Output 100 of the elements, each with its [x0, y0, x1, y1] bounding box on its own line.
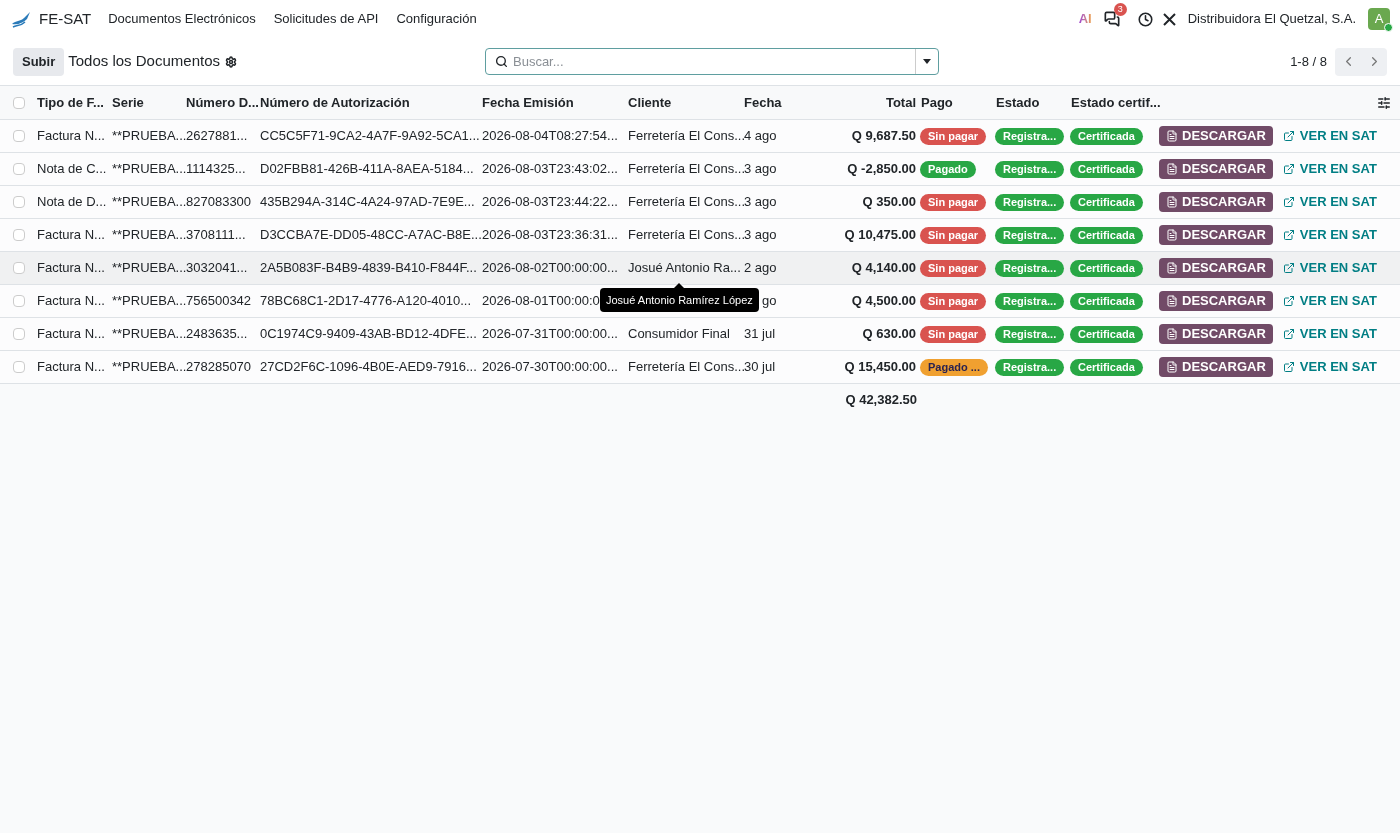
view-link[interactable]: VER EN SAT	[1282, 192, 1377, 212]
table-cell: 4 ago	[744, 128, 777, 144]
row-checkbox[interactable]	[13, 196, 25, 208]
payment-badge: Sin pagar	[920, 260, 987, 278]
document-icon	[1166, 361, 1178, 373]
certification-badge: Certificada	[1070, 161, 1143, 179]
table-cell: **PRUEBA...	[112, 293, 187, 309]
view-link[interactable]: VER EN SAT	[1282, 225, 1377, 245]
settings-icon[interactable]	[225, 55, 237, 68]
select-all-checkbox[interactable]	[13, 96, 25, 109]
column-settings-icon[interactable]	[1377, 95, 1391, 110]
column-header[interactable]: Cliente	[628, 94, 672, 110]
table-cell: D3CCBA7E-DD05-48CC-A7AC-B8E...	[260, 227, 482, 243]
column-header[interactable]: Fecha Emisión	[482, 94, 574, 110]
table-cell: 2A5B083F-B4B9-4839-B410-F844F...	[260, 260, 477, 276]
certification-badge: Certificada	[1070, 128, 1143, 146]
document-icon	[1166, 163, 1178, 175]
amount-cell: Q -2,850.00	[847, 161, 916, 177]
download-button[interactable]: DESCARGAR	[1159, 258, 1273, 278]
column-header[interactable]: Estado	[996, 94, 1040, 110]
table-cell: **PRUEBA...	[112, 128, 187, 144]
amount-cell: Q 4,140.00	[851, 260, 916, 276]
table-cell: 2026-08-01T00:00:0	[482, 293, 600, 309]
payment-badge: Sin pagar	[920, 128, 987, 146]
amount-cell: Q 9,687.50	[851, 128, 916, 144]
download-button[interactable]: DESCARGAR	[1159, 192, 1273, 212]
download-button[interactable]: DESCARGAR	[1159, 225, 1273, 245]
next-page-button[interactable]	[1361, 47, 1387, 76]
column-header[interactable]: Serie	[112, 94, 144, 110]
messages-icon[interactable]	[1103, 11, 1120, 27]
download-button[interactable]: DESCARGAR	[1159, 357, 1273, 377]
table-cell: 0C1974C9-9409-43AB-BD12-4DFE...	[260, 326, 477, 342]
view-link[interactable]: VER EN SAT	[1282, 126, 1377, 146]
row-checkbox[interactable]	[13, 262, 25, 274]
table-cell: **PRUEBA...	[112, 161, 187, 177]
row-checkbox[interactable]	[13, 295, 25, 307]
table-cell: Factura N...	[37, 260, 105, 276]
table-cell: **PRUEBA...	[112, 260, 187, 276]
table-cell: 31 jul	[744, 326, 776, 342]
status-badge: Registra...	[995, 161, 1065, 179]
column-header[interactable]: Tipo de F...	[37, 94, 104, 110]
view-link[interactable]: VER EN SAT	[1282, 159, 1377, 179]
search-icon	[495, 55, 508, 68]
payment-badge: Sin pagar	[920, 227, 987, 245]
table-cell: Factura N...	[37, 128, 105, 144]
document-icon	[1166, 262, 1178, 274]
menu-item[interactable]: Documentos Electrónicos	[108, 9, 256, 29]
page-title: Todos los Documentos	[68, 51, 220, 72]
table-cell: 3 ago	[744, 227, 777, 243]
search-box[interactable]: Buscar...	[485, 48, 939, 75]
status-badge: Registra...	[995, 293, 1065, 311]
table-cell: 2026-08-03T23:36:31...	[482, 227, 618, 243]
certification-badge: Certificada	[1070, 194, 1143, 212]
certification-badge: Certificada	[1070, 326, 1143, 344]
table-cell: Factura N...	[37, 359, 105, 375]
table-cell: **PRUEBA...	[112, 194, 187, 210]
column-header[interactable]: Número D...	[186, 94, 259, 110]
amount-cell: Q 15,450.00	[844, 359, 916, 375]
search-input[interactable]: Buscar...	[513, 51, 915, 72]
table-cell: 3032041...	[186, 260, 248, 276]
view-link[interactable]: VER EN SAT	[1282, 357, 1377, 377]
view-link[interactable]: VER EN SAT	[1282, 291, 1377, 311]
amount-cell: Q 350.00	[862, 194, 916, 210]
row-checkbox[interactable]	[13, 229, 25, 241]
payment-badge: Sin pagar	[920, 194, 987, 212]
certification-badge: Certificada	[1070, 260, 1143, 278]
status-badge: Registra...	[995, 260, 1065, 278]
payment-badge: Pagado ...	[920, 359, 988, 377]
clock-icon[interactable]	[1137, 11, 1153, 27]
document-icon	[1166, 196, 1178, 208]
view-link[interactable]: VER EN SAT	[1282, 258, 1377, 278]
menu-item[interactable]: Solicitudes de API	[273, 9, 379, 29]
upload-button[interactable]: Subir	[13, 47, 65, 76]
row-checkbox[interactable]	[13, 328, 25, 340]
certification-badge: Certificada	[1070, 359, 1143, 377]
download-button[interactable]: DESCARGAR	[1159, 324, 1273, 344]
table-cell: **PRUEBA...	[112, 359, 187, 375]
column-header[interactable]: Total	[885, 94, 916, 110]
app-name[interactable]: FE-SAT	[39, 7, 92, 31]
row-checkbox[interactable]	[13, 163, 25, 175]
external-link-icon	[1282, 163, 1295, 175]
column-header[interactable]: Fecha	[744, 94, 782, 110]
column-header[interactable]: Número de Autorización	[260, 94, 410, 110]
row-checkbox[interactable]	[13, 361, 25, 373]
download-button[interactable]: DESCARGAR	[1159, 126, 1273, 146]
table-cell: 2026-08-04T08:27:54...	[482, 128, 618, 144]
menu-item[interactable]: Configuración	[396, 9, 477, 29]
previous-page-button[interactable]	[1335, 47, 1361, 76]
column-header[interactable]: Estado certif...	[1071, 94, 1161, 110]
company-name[interactable]: Distribuidora El Quetzal, S.A.	[1187, 9, 1356, 29]
view-link[interactable]: VER EN SAT	[1282, 324, 1377, 344]
table-cell: Consumidor Final	[628, 326, 730, 342]
column-header[interactable]: Pago	[921, 94, 953, 110]
table-cell: 435B294A-314C-4A24-97AD-7E9E...	[260, 194, 475, 210]
table-cell: 2026-07-31T00:00:00...	[482, 326, 618, 342]
status-badge: Registra...	[995, 359, 1065, 377]
download-button[interactable]: DESCARGAR	[1159, 291, 1273, 311]
table-cell: 3708111...	[186, 227, 246, 243]
row-checkbox[interactable]	[13, 130, 25, 142]
download-button[interactable]: DESCARGAR	[1159, 159, 1273, 179]
